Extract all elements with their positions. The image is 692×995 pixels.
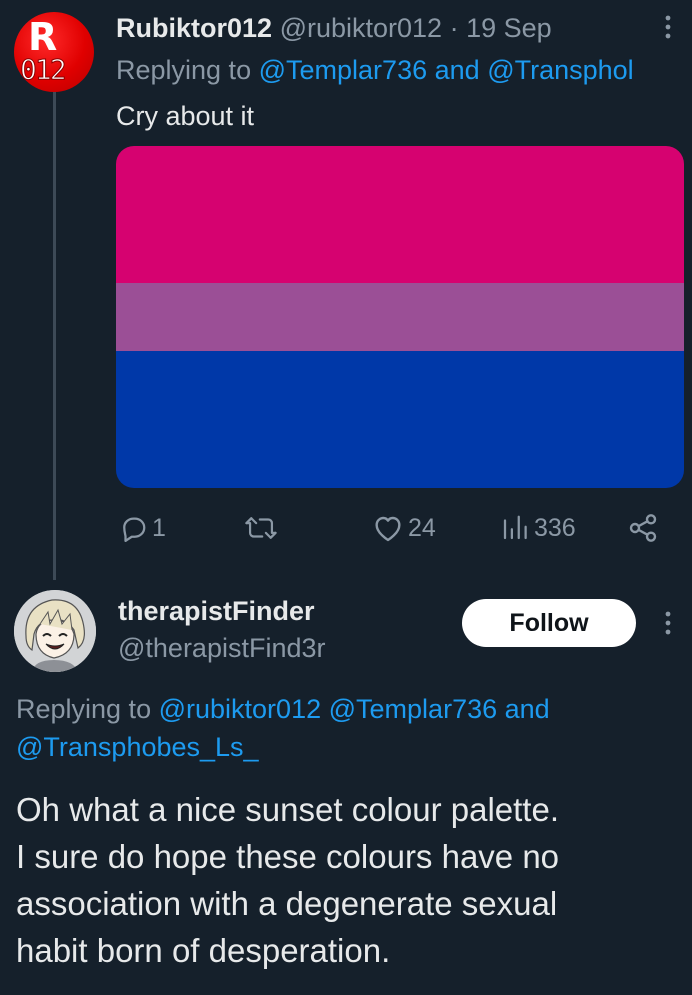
retweet-icon <box>245 517 277 539</box>
mention-link[interactable]: @Templar736 <box>259 55 428 85</box>
follow-button[interactable]: Follow <box>462 599 636 647</box>
share-icon <box>629 514 657 542</box>
avatar-number: 012 <box>20 53 68 86</box>
mention-link[interactable]: @Transphol <box>487 55 633 85</box>
flag-band <box>116 351 684 488</box>
more-icon[interactable] <box>660 610 676 636</box>
avatar-letter: R <box>28 15 58 59</box>
replying-to: Replying to @Templar736 and @Transphol <box>116 52 634 88</box>
display-name[interactable]: Rubiktor012 <box>116 13 272 43</box>
display-name[interactable]: therapistFinder <box>118 593 315 629</box>
tweet-text: Cry about it <box>116 101 255 131</box>
like-count: 24 <box>408 513 436 542</box>
like-icon <box>375 516 401 542</box>
tweet-text-line: I sure do hope these colours have no <box>16 838 560 875</box>
views-count: 336 <box>534 513 576 542</box>
flag-band <box>116 283 684 351</box>
mention-link[interactable]: @Transphobes_Ls_ <box>16 732 259 762</box>
tweet-header: Rubiktor012 @rubiktor012 · 19 Sep <box>116 10 692 46</box>
tweet-text-line: association with a degenerate sexual <box>16 885 558 922</box>
mention-link[interactable]: @rubiktor012 <box>159 694 322 724</box>
replying-to-label: Replying to <box>16 694 152 724</box>
reply-button[interactable]: 1 <box>118 508 166 548</box>
thread-connector-line <box>53 92 56 580</box>
tweet-actions: 1 24 336 <box>0 508 692 548</box>
replying-to: Replying to @rubiktor012 @Templar736 and… <box>16 690 676 766</box>
views-button[interactable]: 336 <box>500 508 576 548</box>
tweet-media-image[interactable] <box>116 146 684 488</box>
more-icon[interactable] <box>660 14 676 40</box>
avatar[interactable]: R 012 <box>14 12 94 92</box>
reply-icon <box>123 517 146 542</box>
mention-and[interactable]: and <box>435 55 480 85</box>
tweet-date[interactable]: 19 Sep <box>466 13 552 43</box>
views-icon <box>503 515 527 540</box>
mention-link[interactable]: @Templar736 <box>329 694 498 724</box>
user-handle[interactable]: @rubiktor012 <box>280 13 443 43</box>
replying-to-label: Replying to <box>116 55 252 85</box>
mention-and[interactable]: and <box>505 694 550 724</box>
anime-avatar-image <box>14 590 96 672</box>
avatar[interactable] <box>14 590 96 672</box>
retweet-button[interactable] <box>244 508 282 548</box>
tweet-text-line: habit born of desperation. <box>16 932 391 969</box>
share-button[interactable] <box>627 508 659 548</box>
user-handle[interactable]: @therapistFind3r <box>118 630 326 666</box>
tweet-text-line: Oh what a nice sunset colour palette. <box>16 791 559 828</box>
tweet-text: Oh what a nice sunset colour palette. I … <box>16 786 681 974</box>
like-button[interactable]: 24 <box>372 508 436 548</box>
flag-band <box>116 146 684 283</box>
reply-count: 1 <box>152 513 166 542</box>
separator-dot: · <box>449 13 459 43</box>
